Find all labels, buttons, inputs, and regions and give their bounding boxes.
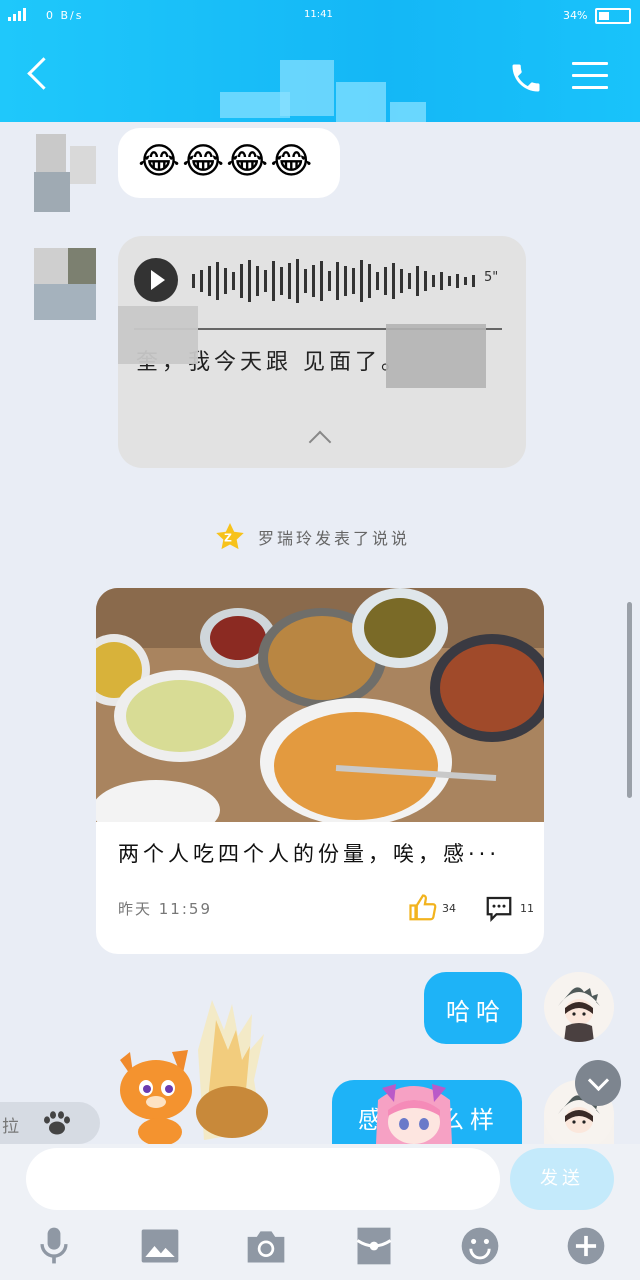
waveform-bar bbox=[296, 259, 299, 303]
back-icon[interactable] bbox=[24, 56, 54, 96]
waveform-bar bbox=[368, 264, 371, 298]
input-area: 发送 bbox=[0, 1144, 640, 1280]
waveform-bar bbox=[216, 262, 219, 300]
contact-name-redacted bbox=[220, 52, 426, 122]
like-count: 34 bbox=[442, 901, 456, 915]
battery-icon bbox=[595, 8, 631, 24]
play-icon[interactable] bbox=[134, 258, 178, 302]
scrollbar-thumb[interactable] bbox=[627, 602, 632, 798]
waveform-bar bbox=[416, 266, 419, 296]
waveform-bar bbox=[360, 260, 363, 302]
outgoing-message-bubble[interactable]: 哈哈 bbox=[424, 972, 522, 1044]
waveform-bar bbox=[440, 272, 443, 290]
waveform-bar bbox=[328, 271, 331, 291]
waveform-bar bbox=[224, 268, 227, 294]
input-toolbar bbox=[0, 1214, 640, 1280]
phone-call-icon[interactable] bbox=[508, 60, 544, 96]
waveform-bar bbox=[304, 269, 307, 293]
waveform-bar bbox=[288, 263, 291, 299]
waveform-bar bbox=[192, 274, 195, 288]
thumbs-up-icon bbox=[409, 894, 437, 921]
post-caption: 两个人吃四个人的份量，唉，感··· bbox=[118, 842, 501, 866]
emoji-message: 😂😂😂😂 bbox=[138, 141, 315, 182]
comment-icon bbox=[486, 896, 512, 922]
message-input[interactable] bbox=[26, 1148, 500, 1210]
anime-girl-sticker bbox=[372, 1080, 456, 1144]
collapse-icon[interactable] bbox=[308, 430, 332, 454]
like-button[interactable]: 34 bbox=[408, 893, 456, 923]
post-photo[interactable] bbox=[96, 588, 544, 822]
camera-icon[interactable] bbox=[244, 1224, 288, 1268]
voice-duration: 5" bbox=[484, 270, 499, 285]
waveform-bar bbox=[336, 262, 339, 300]
contact-avatar[interactable] bbox=[24, 248, 96, 322]
waveform-icon bbox=[192, 259, 475, 303]
paw-icon bbox=[44, 1111, 70, 1135]
status-bar: 0 B/s 11:41 34% bbox=[0, 6, 640, 26]
waveform-bar bbox=[392, 263, 395, 299]
waveform-bar bbox=[272, 261, 275, 301]
waveform-bar bbox=[472, 275, 475, 287]
network-speed: 0 B/s bbox=[46, 9, 84, 22]
qq-pet-mascot[interactable] bbox=[112, 990, 312, 1146]
qzone-notice[interactable]: Z 罗瑞玲发表了说说 bbox=[214, 520, 410, 554]
voice-message-card[interactable]: 5" 奎，我今天跟 见面了。 bbox=[118, 236, 526, 468]
waveform-bar bbox=[344, 266, 347, 296]
waveform-bar bbox=[400, 269, 403, 293]
plus-icon[interactable] bbox=[564, 1224, 608, 1268]
comment-button[interactable]: 11 bbox=[484, 893, 534, 923]
signal-icon bbox=[8, 8, 26, 21]
qzone-post-card[interactable]: 两个人吃四个人的份量，唉，感··· 昨天 11:59 34 11 bbox=[96, 588, 544, 954]
waveform-bar bbox=[248, 260, 251, 302]
send-button[interactable]: 发送 bbox=[510, 1148, 614, 1210]
waveform-bar bbox=[448, 276, 451, 286]
redaction-patch bbox=[118, 306, 198, 364]
my-avatar[interactable] bbox=[544, 972, 614, 1042]
menu-icon[interactable] bbox=[572, 62, 608, 92]
waveform-bar bbox=[376, 272, 379, 290]
scroll-to-bottom-button[interactable] bbox=[575, 1060, 621, 1106]
svg-text:Z: Z bbox=[224, 532, 236, 545]
redaction-patch bbox=[386, 324, 486, 388]
comment-count: 11 bbox=[520, 901, 534, 915]
waveform-bar bbox=[240, 264, 243, 298]
waveform-bar bbox=[456, 274, 459, 288]
waveform-bar bbox=[464, 277, 467, 285]
waveform-bar bbox=[424, 271, 427, 291]
waveform-bar bbox=[200, 270, 203, 292]
waveform-bar bbox=[264, 270, 267, 292]
battery-percent: 34% bbox=[563, 9, 588, 22]
red-packet-icon[interactable] bbox=[352, 1224, 396, 1268]
waveform-bar bbox=[384, 267, 387, 295]
status-time: 11:41 bbox=[304, 9, 333, 20]
waveform-bar bbox=[312, 265, 315, 297]
emoji-icon[interactable] bbox=[458, 1224, 502, 1268]
image-icon[interactable] bbox=[138, 1224, 182, 1268]
pull-chip-label: 拉 bbox=[2, 1117, 19, 1137]
waveform-bar bbox=[208, 266, 211, 296]
chat-header: 0 B/s 11:41 34% bbox=[0, 0, 640, 122]
waveform-bar bbox=[320, 261, 323, 301]
post-time: 昨天 11:59 bbox=[118, 900, 212, 918]
qzone-notice-text: 罗瑞玲发表了说说 bbox=[258, 529, 411, 548]
outgoing-message-text: 哈哈 bbox=[446, 998, 506, 1026]
waveform-bar bbox=[232, 272, 235, 290]
waveform-bar bbox=[280, 267, 283, 295]
pull-chip[interactable]: 拉 bbox=[0, 1102, 100, 1144]
microphone-icon[interactable] bbox=[32, 1224, 76, 1268]
waveform-bar bbox=[408, 273, 411, 289]
waveform-bar bbox=[352, 268, 355, 294]
waveform-bar bbox=[256, 266, 259, 296]
qzone-star-icon: Z bbox=[214, 521, 246, 553]
contact-avatar[interactable] bbox=[24, 134, 96, 212]
waveform-bar bbox=[432, 275, 435, 287]
